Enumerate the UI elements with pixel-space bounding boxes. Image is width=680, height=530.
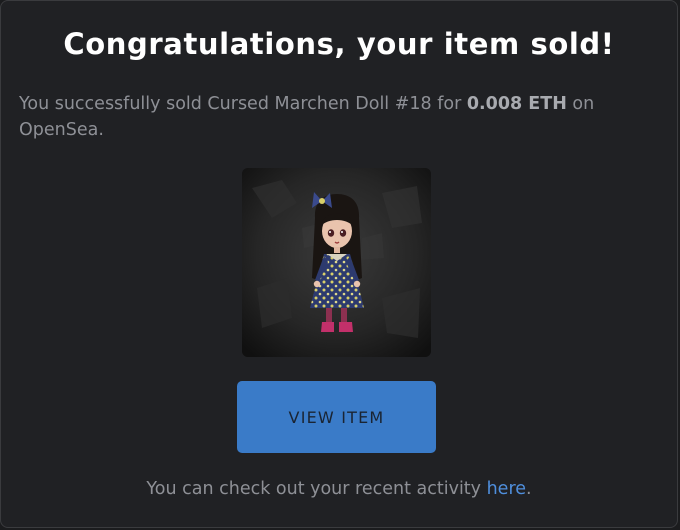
activity-footer: You can check out your recent activity h… — [1, 479, 677, 499]
view-item-button[interactable]: VIEW ITEM — [237, 381, 436, 453]
activity-link[interactable]: here — [487, 479, 526, 499]
doll-illustration — [242, 168, 431, 357]
nft-image — [242, 168, 431, 357]
dialog-title: Congratulations, your item sold! — [63, 27, 615, 61]
footer-text: You can check out your recent activity — [146, 479, 487, 499]
footer-period: . — [526, 479, 532, 499]
sale-message-prefix: You successfully sold Cursed Marchen Dol… — [19, 94, 467, 114]
sale-message: You successfully sold Cursed Marchen Dol… — [19, 91, 659, 143]
sale-dialog: Congratulations, your item sold! You suc… — [0, 0, 678, 528]
sale-amount: 0.008 ETH — [466, 94, 567, 114]
